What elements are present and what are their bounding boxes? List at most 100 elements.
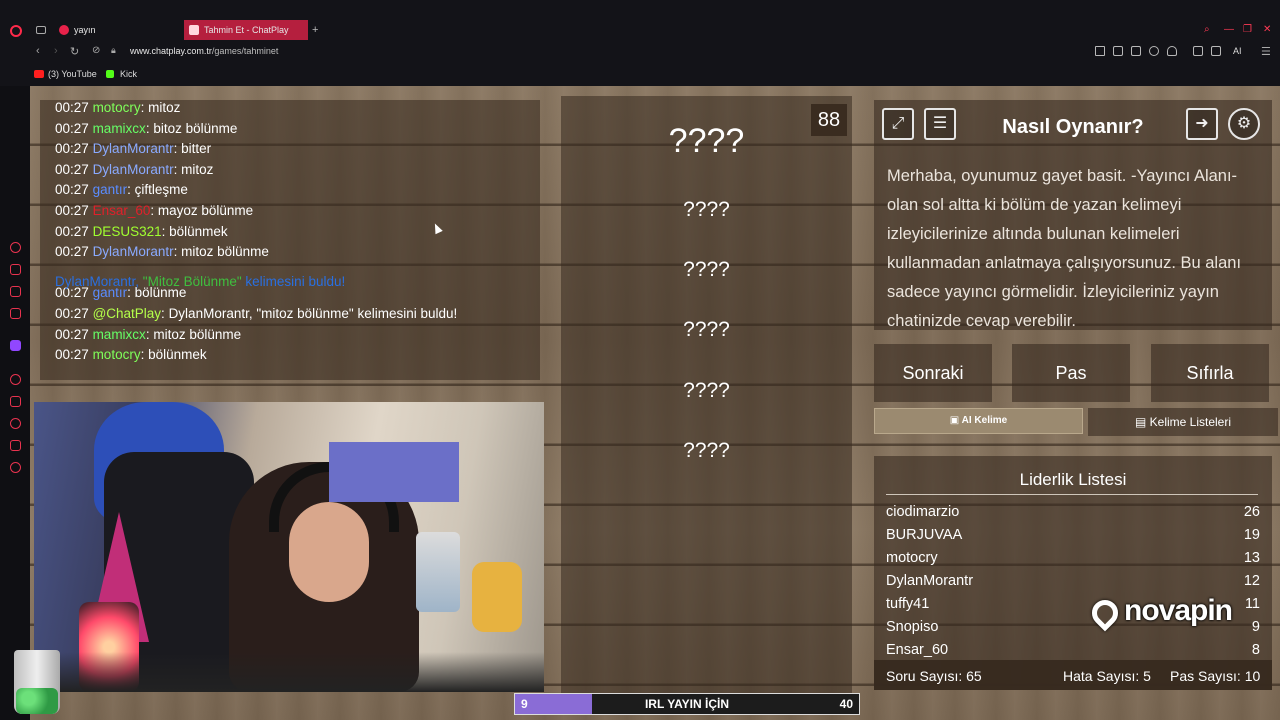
chat-time: 00:27 [55, 161, 89, 177]
gmail-icon[interactable] [10, 308, 21, 319]
chat-text: çiftleşme [134, 182, 188, 198]
messenger-icon[interactable] [10, 286, 21, 297]
minimize-icon[interactable]: — [1224, 24, 1234, 35]
opera-logo-icon[interactable] [10, 25, 22, 37]
bookmark-label: (3) YouTube [48, 69, 97, 79]
chat-message: 00:27 DylanMorantr: mitoz bölünme [55, 244, 269, 260]
settings-icon[interactable] [10, 462, 21, 473]
leaderboard-panel: Liderlik Listesi ciodimarzio 26 BURJUVAA 19… [874, 456, 1272, 690]
settings-gear-icon[interactable]: ⚙ [1228, 108, 1260, 140]
leaderboard-divider [886, 494, 1258, 495]
tab-label: yayın [74, 25, 96, 35]
chat-message: 00:27 mamixcx: mitoz bölünme [55, 326, 242, 342]
extensions-icon[interactable] [10, 440, 21, 451]
search-icon[interactable]: ⌕ [1204, 24, 1210, 35]
player-icon[interactable] [10, 374, 21, 385]
download-icon[interactable] [1211, 46, 1221, 56]
leaderboard-score: 26 [1243, 504, 1260, 520]
mouse-cursor-icon [431, 221, 443, 235]
twitch-icon[interactable] [10, 340, 21, 351]
chat-username[interactable]: DylanMorantr [93, 244, 174, 259]
next-button[interactable]: Sonraki [874, 344, 992, 402]
bookmarks-bar: (3) YouTube Kick [0, 64, 1280, 86]
url-host: www.chatplay.com.tr [130, 46, 212, 56]
tab-label: Tahmin Et - ChatPlay [204, 25, 289, 35]
word-slot: ???? [683, 198, 730, 221]
bookmark-icon[interactable] [1095, 46, 1105, 56]
goal-current: 9 [521, 697, 528, 711]
aria-icon[interactable] [10, 242, 21, 253]
opera-sidebar [0, 86, 30, 720]
menu-icon[interactable]: ☰ [1261, 45, 1271, 58]
goal-progress-bar: IRL YAYIN İÇİN 9 40 [514, 693, 860, 715]
pass-button[interactable]: Pas [1012, 344, 1130, 402]
system-message: DylanMorantr, "Mitoz Bölünme" kelimesini… [55, 274, 345, 290]
chat-username[interactable]: Ensar_60 [93, 203, 151, 218]
chat-text: mitoz [181, 161, 214, 177]
chat-username[interactable]: DESUS321 [93, 224, 162, 239]
pass-count: Pas Sayısı: 10 [1170, 668, 1261, 684]
list-icon: ▤ [1134, 415, 1150, 429]
chat-text: bölünmek [169, 223, 228, 239]
chat-time: 00:27 [55, 100, 89, 115]
heart-icon[interactable] [1167, 46, 1177, 56]
leaderboard-row: ciodimarzio 26 [886, 504, 1260, 520]
ai-button[interactable]: AI [1233, 46, 1242, 56]
snapshot-icon[interactable] [1113, 46, 1123, 56]
leaderboard-score: 13 [1243, 550, 1260, 566]
play-icon[interactable] [1149, 46, 1159, 56]
history-icon[interactable] [10, 418, 21, 429]
ai-word-label: AI Kelime [961, 415, 1008, 426]
tab-yayin[interactable]: yayın [54, 20, 182, 40]
new-tab-button[interactable]: + [312, 24, 318, 36]
tab-overview-icon[interactable] [36, 26, 46, 34]
logout-icon[interactable]: ➜ [1186, 108, 1218, 140]
chat-username[interactable]: @ChatPlay [93, 306, 161, 321]
chat-username[interactable]: DylanMorantr [93, 141, 174, 156]
chat-username[interactable]: DylanMorantr [93, 162, 174, 177]
reset-button[interactable]: Sıfırla [1151, 344, 1269, 402]
chat-message: 00:27 gantır: çiftleşme [55, 182, 188, 198]
kick-icon [106, 70, 114, 78]
word-slot-main: ???? [668, 122, 745, 160]
back-icon[interactable]: ‹ [36, 45, 40, 57]
opera-icon [59, 25, 69, 35]
chat-text: bitoz bölünme [153, 120, 238, 136]
word-lists-label: Kelime Listeleri [1149, 415, 1232, 429]
chat-text: bitter [181, 141, 212, 157]
leaderboard-score: 9 [1251, 619, 1260, 635]
leaderboard-name: tuffy41 [886, 596, 930, 612]
tab-tahmin-et[interactable]: Tahmin Et - ChatPlay [184, 20, 308, 40]
maximize-icon[interactable]: ❐ [1243, 24, 1252, 35]
chat-username[interactable]: motocry [93, 100, 141, 115]
shelf-items [329, 442, 459, 502]
youtube-icon [34, 70, 44, 78]
chat-username[interactable]: mamixcx [93, 121, 146, 136]
bookmark-kick[interactable]: Kick [106, 69, 137, 79]
leaderboard-score: 19 [1243, 527, 1260, 543]
leaderboard-row: BURJUVAA 19 [886, 527, 1260, 543]
leaderboard-name: DylanMorantr [886, 573, 974, 589]
chat-time: 00:27 [55, 244, 89, 260]
chat-username[interactable]: mamixcx [93, 327, 146, 342]
ai-word-button[interactable]: ▣ AI Kelime [874, 408, 1083, 434]
chat-username[interactable]: motocry [93, 347, 141, 362]
chat-panel: 00:27 motocry: mitoz 00:27 mamixcx: bitoz… [40, 100, 540, 380]
shield-icon[interactable] [1131, 46, 1141, 56]
pin-icon[interactable] [10, 396, 21, 407]
shopping-icon[interactable] [10, 264, 21, 275]
word-slot: ???? [683, 258, 730, 281]
close-icon[interactable]: ✕ [1263, 24, 1271, 35]
bookmark-youtube[interactable]: (3) YouTube [34, 69, 97, 79]
forward-icon[interactable]: › [54, 45, 58, 57]
how-to-play-text: Merhaba, oyunumuz gayet basit. -Yayıncı … [887, 167, 1242, 330]
url-path: /games/tahminet [211, 46, 279, 56]
reload-icon[interactable]: ↻ [70, 45, 79, 58]
chat-time: 00:27 [55, 326, 89, 342]
chat-username[interactable]: gantır [93, 182, 128, 197]
easy-setup-icon[interactable]: ⊘ [92, 45, 100, 56]
account-icon[interactable] [1193, 46, 1203, 56]
chat-text: mayoz bölünme [157, 203, 254, 218]
url-field[interactable]: www.chatplay.com.tr/games/tahminet [130, 46, 278, 56]
word-lists-button[interactable]: ▤ Kelime Listeleri [1088, 408, 1278, 436]
